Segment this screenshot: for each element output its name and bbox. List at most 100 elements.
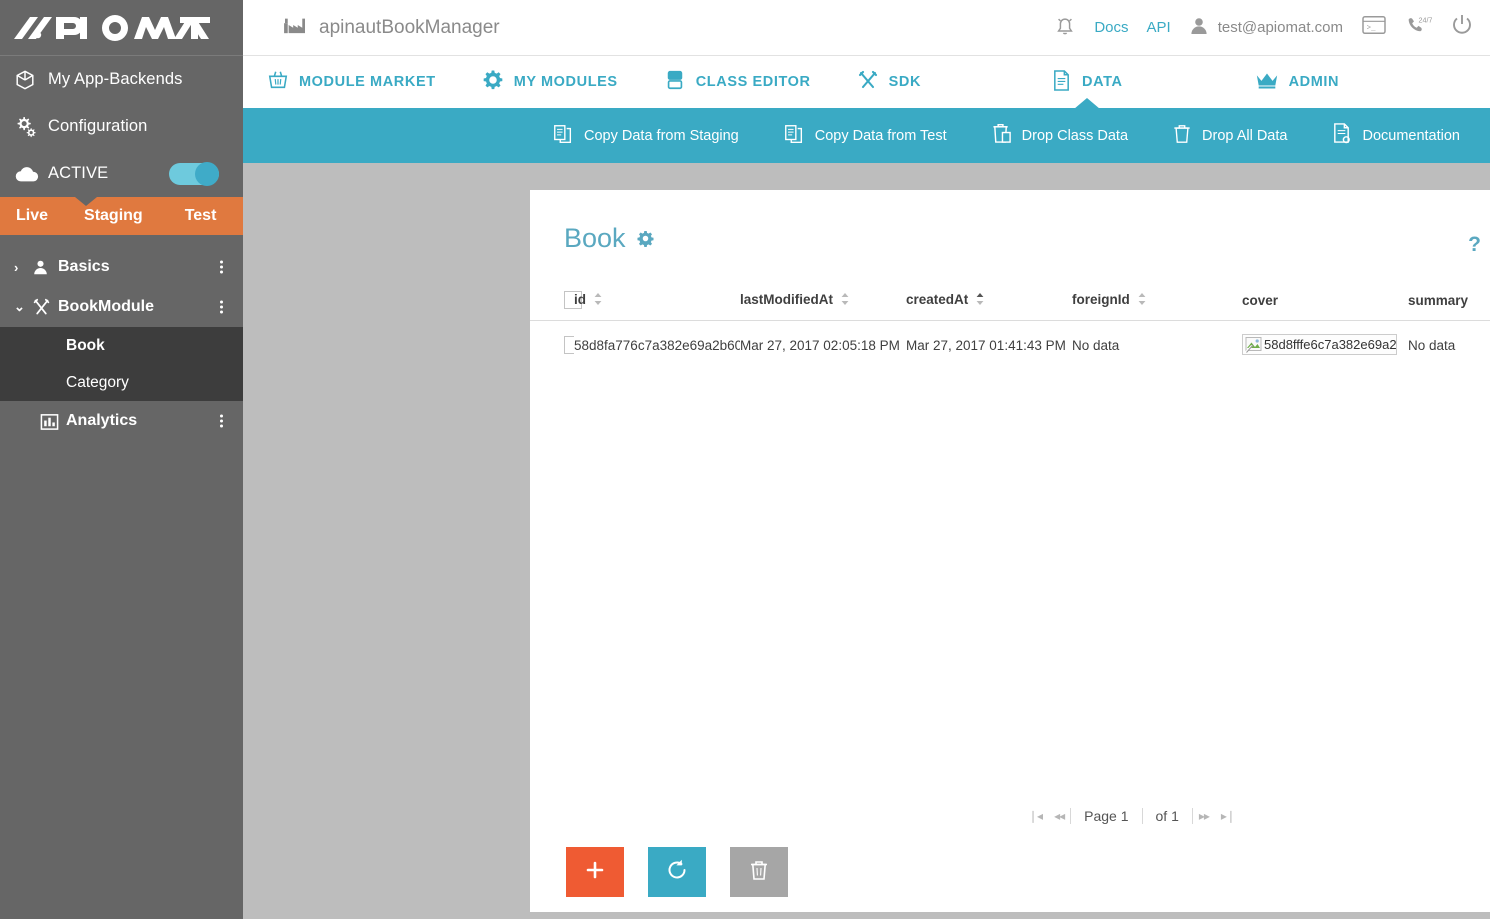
sidebar-label-configuration: Configuration bbox=[48, 117, 148, 135]
sidebar-tree-bookmodule[interactable]: ⌄ BookModule bbox=[0, 287, 243, 327]
factory-icon bbox=[283, 15, 307, 41]
sidebar-item-active-toggle[interactable]: ACTIVE bbox=[0, 150, 243, 197]
th-label-id: id bbox=[574, 292, 586, 308]
cube-icon bbox=[14, 69, 48, 91]
sidebar-tree-label-analytics: Analytics bbox=[66, 412, 138, 429]
th-summary: summary bbox=[1408, 291, 1490, 321]
topbar-right: Docs API test@apiomat.com >_ 24/7 bbox=[1054, 13, 1474, 42]
tools-icon bbox=[857, 69, 879, 95]
api-link[interactable]: API bbox=[1147, 19, 1171, 36]
terminal-icon[interactable]: >_ bbox=[1361, 14, 1387, 41]
refresh-icon bbox=[665, 858, 689, 887]
active-toggle-switch[interactable] bbox=[169, 161, 219, 186]
person-icon bbox=[32, 259, 58, 276]
current-page-label[interactable]: Page 1 bbox=[1070, 808, 1141, 824]
broken-image-chip[interactable]: 58d8fffe6c7a382e69a2b bbox=[1242, 334, 1397, 355]
sidebar-item-book[interactable]: Book bbox=[0, 327, 243, 364]
drop-class-data-label: Drop Class Data bbox=[1021, 127, 1129, 144]
sidebar-tree-label-bookmodule: BookModule bbox=[58, 298, 154, 315]
plus-icon bbox=[583, 858, 607, 887]
docs-link[interactable]: Docs bbox=[1094, 19, 1128, 36]
th-lastmodifiedat[interactable]: lastModifiedAt bbox=[740, 291, 906, 321]
bookmodule-more-menu-icon[interactable] bbox=[220, 300, 223, 314]
nav-module-market[interactable]: MODULE MARKET bbox=[267, 56, 436, 108]
nav-active-arrow bbox=[1073, 98, 1100, 109]
card-tools: ? bbox=[1468, 223, 1490, 262]
add-row-button[interactable] bbox=[566, 847, 624, 897]
sort-icon[interactable] bbox=[594, 292, 602, 308]
nav-label-admin: ADMIN bbox=[1288, 74, 1340, 90]
next-page-icon[interactable]: ▸▸ bbox=[1193, 809, 1215, 823]
th-label-foreignid: foreignId bbox=[1072, 292, 1130, 308]
gear-icon bbox=[482, 69, 504, 95]
toggle-knob bbox=[195, 161, 219, 186]
sort-icon[interactable] bbox=[841, 292, 849, 308]
th-select-all bbox=[530, 291, 582, 321]
user-icon bbox=[1189, 16, 1209, 40]
th-foreignid[interactable]: foreignId bbox=[1072, 291, 1242, 321]
sidebar-item-configuration[interactable]: Configuration bbox=[0, 103, 243, 150]
data-card: Book ? id lastModifiedAt createdAt forei… bbox=[530, 190, 1490, 912]
document-icon bbox=[1051, 69, 1072, 96]
drop-class-data-button[interactable]: Drop Class Data bbox=[969, 122, 1150, 149]
sort-icon[interactable] bbox=[1138, 292, 1146, 308]
trash-class-icon bbox=[991, 122, 1012, 149]
class-editor-icon bbox=[664, 69, 686, 95]
basics-more-menu-icon[interactable] bbox=[220, 260, 223, 274]
bell-icon[interactable] bbox=[1054, 14, 1076, 42]
nav-my-modules[interactable]: MY MODULES bbox=[482, 56, 618, 108]
env-tab-live[interactable]: Live bbox=[16, 207, 48, 225]
prev-page-icon[interactable]: ◂◂ bbox=[1048, 809, 1070, 823]
environment-tabs: Live Staging Test bbox=[0, 197, 243, 235]
main-nav: MODULE MARKET MY MODULES CLASS EDITOR SD… bbox=[243, 56, 1490, 109]
sidebar-item-category[interactable]: Category bbox=[0, 364, 243, 401]
pagination: ❘◂ ◂◂ Page 1 of 1 ▸▸ ▸❘ bbox=[530, 808, 1490, 824]
th-label-createdat: createdAt bbox=[906, 292, 969, 308]
tools-icon bbox=[32, 298, 58, 317]
delete-row-button[interactable] bbox=[730, 847, 788, 897]
sidebar-subtree-bookmodule: Book Category bbox=[0, 327, 243, 401]
th-id[interactable]: id bbox=[574, 291, 740, 321]
nav-sdk[interactable]: SDK bbox=[857, 56, 921, 108]
table-row[interactable]: 58d8fa776c7a382e69a2b60 Mar 27, 2017 02:… bbox=[530, 321, 1490, 370]
sidebar-tree-label-basics: Basics bbox=[58, 258, 110, 275]
documentation-button[interactable]: Documentation bbox=[1309, 122, 1482, 149]
page-title-text: Book bbox=[564, 223, 626, 253]
th-createdat[interactable]: createdAt bbox=[906, 291, 1072, 321]
help-icon[interactable]: ? bbox=[1468, 233, 1481, 257]
svg-text:24/7: 24/7 bbox=[1419, 15, 1433, 24]
power-icon[interactable] bbox=[1450, 13, 1474, 42]
nav-label-my-modules: MY MODULES bbox=[513, 74, 618, 90]
user-email-text: test@apiomat.com bbox=[1217, 19, 1343, 36]
copy-data-from-staging-button[interactable]: Copy Data from Staging bbox=[530, 123, 761, 149]
drop-all-data-button[interactable]: Drop All Data bbox=[1150, 122, 1309, 149]
th-label-lastmodifiedat: lastModifiedAt bbox=[740, 292, 833, 308]
cloud-icon bbox=[14, 164, 48, 184]
nav-class-editor[interactable]: CLASS EDITOR bbox=[664, 56, 811, 108]
last-page-icon[interactable]: ▸❘ bbox=[1215, 809, 1241, 823]
phone-24-7-icon[interactable]: 24/7 bbox=[1405, 14, 1433, 41]
row-checkbox[interactable] bbox=[564, 336, 574, 354]
sidebar-tree-basics[interactable]: › Basics bbox=[0, 247, 243, 287]
gear-icon[interactable] bbox=[637, 223, 654, 254]
refresh-button[interactable] bbox=[648, 847, 706, 897]
logo[interactable] bbox=[0, 0, 243, 56]
user-account[interactable]: test@apiomat.com bbox=[1189, 16, 1343, 40]
main-area: apinautBookManager Docs API test@apiomat… bbox=[243, 0, 1490, 919]
row-action-buttons bbox=[566, 847, 788, 897]
chevron-down-icon[interactable]: ⌄ bbox=[14, 299, 32, 315]
nav-admin[interactable]: ADMIN bbox=[1255, 56, 1340, 108]
chevron-right-icon[interactable]: › bbox=[14, 260, 32, 275]
env-tab-staging[interactable]: Staging bbox=[84, 207, 143, 225]
nav-data[interactable]: DATA bbox=[1051, 56, 1123, 109]
sort-icon-active[interactable] bbox=[976, 292, 984, 308]
analytics-more-menu-icon[interactable] bbox=[220, 414, 223, 428]
sidebar: My App-Backends Configuration ACTIVE Liv… bbox=[0, 0, 243, 919]
sidebar-item-my-app-backends[interactable]: My App-Backends bbox=[0, 56, 243, 103]
svg-text:>_: >_ bbox=[1367, 25, 1376, 33]
copy-docs-icon bbox=[552, 123, 574, 149]
sidebar-tree-analytics[interactable]: Analytics bbox=[0, 401, 243, 441]
first-page-icon[interactable]: ❘◂ bbox=[1022, 809, 1048, 823]
copy-data-from-test-button[interactable]: Copy Data from Test bbox=[761, 123, 969, 149]
env-tab-test[interactable]: Test bbox=[185, 207, 217, 225]
